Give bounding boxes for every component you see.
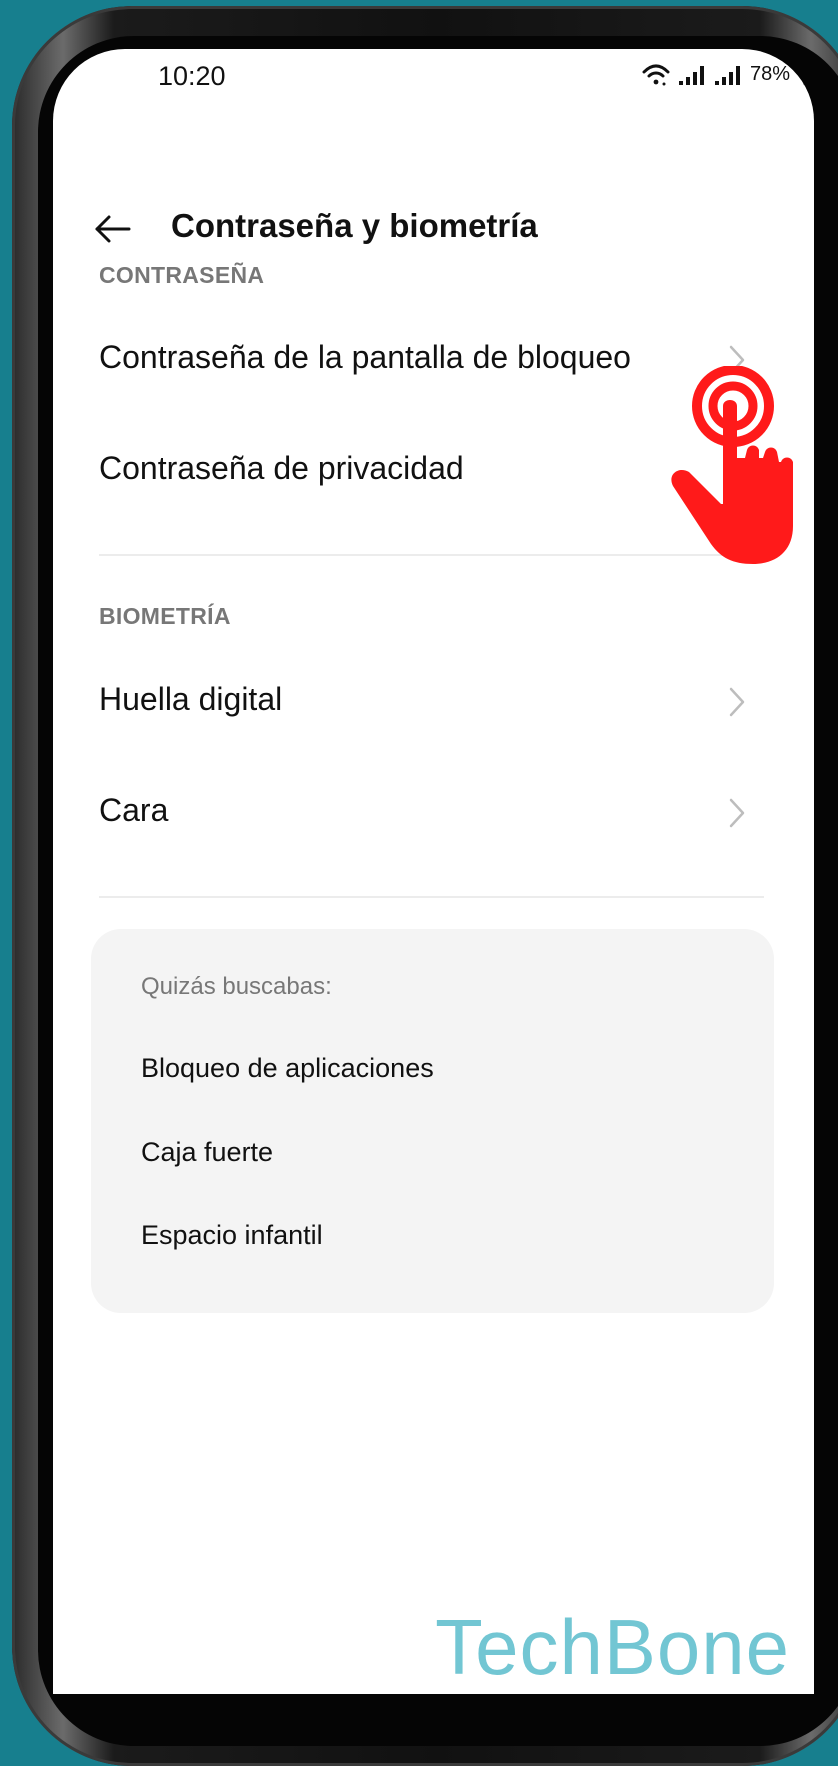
chevron-right-icon	[725, 685, 749, 719]
battery-percentage: 78%	[749, 63, 790, 85]
list-item-lock-screen-password[interactable]: Contraseña de la pantalla de bloqueo	[99, 319, 749, 399]
suggestion-card: Quizás buscabas: Bloqueo de aplicaciones…	[91, 929, 774, 1313]
list-item-face[interactable]: Cara	[99, 772, 749, 852]
signal-icon-2	[714, 64, 742, 86]
list-item-label: Contraseña de la pantalla de bloqueo	[99, 339, 631, 375]
status-bar: 10:20 78%	[53, 49, 814, 109]
chevron-right-icon	[725, 796, 749, 830]
wifi-icon	[642, 64, 670, 86]
watermark-techbone: TechBone	[435, 1603, 790, 1691]
list-item-label: Cara	[99, 792, 169, 828]
suggestion-item-kids-space[interactable]: Espacio infantil	[141, 1220, 323, 1251]
arrow-left-icon[interactable]	[93, 209, 133, 249]
list-item-fingerprint[interactable]: Huella digital	[99, 661, 749, 741]
list-item-label: Contraseña de privacidad	[99, 450, 464, 486]
tap-hand-icon	[663, 365, 803, 566]
suggestion-item-app-lock[interactable]: Bloqueo de aplicaciones	[141, 1053, 434, 1084]
page-header: Contraseña y biometría	[53, 189, 814, 269]
suggestion-title: Quizás buscabas:	[141, 973, 332, 1000]
status-time: 10:20	[158, 61, 226, 91]
status-icons: 78%	[642, 63, 814, 86]
phone-screen: 10:20 78% Contraseña y biometría CONTRAS…	[53, 49, 814, 1694]
charging-bolt-icon	[798, 64, 814, 86]
list-item-privacy-password[interactable]: Contraseña de privacidad	[99, 430, 749, 510]
suggestion-item-safe[interactable]: Caja fuerte	[141, 1137, 273, 1168]
list-item-label: Huella digital	[99, 681, 283, 717]
page-title: Contraseña y biometría	[171, 207, 538, 244]
divider	[99, 896, 764, 898]
section-title-contrasena: CONTRASEÑA	[99, 262, 265, 288]
signal-icon-1	[678, 64, 706, 86]
section-title-biometria: BIOMETRÍA	[99, 603, 231, 629]
